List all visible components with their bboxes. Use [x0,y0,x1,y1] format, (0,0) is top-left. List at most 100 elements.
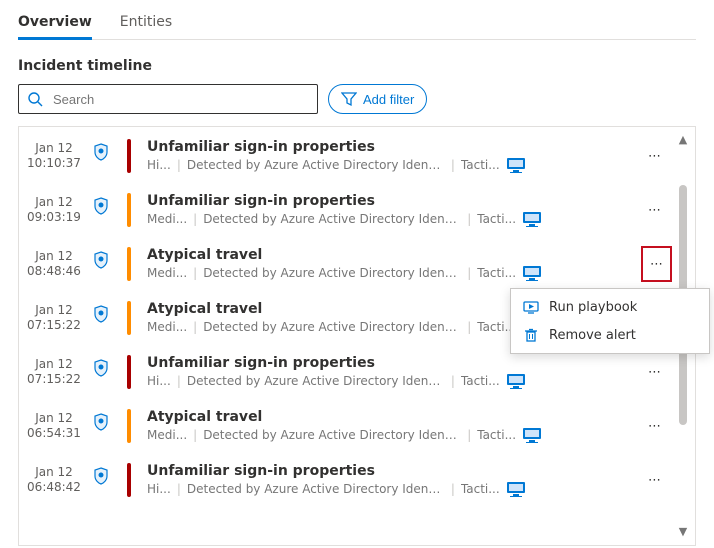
severity-label: Medi... [147,266,187,280]
severity-label: Medi... [147,212,187,226]
tab-entities[interactable]: Entities [120,8,172,39]
detected-by: Detected by Azure Active Directory Ident… [203,320,461,334]
monitor-icon [522,211,542,227]
monitor-icon [522,427,542,443]
detected-by: Detected by Azure Active Directory Ident… [203,212,461,226]
date: Jan 12 [25,141,83,156]
item-title: Atypical travel [147,409,628,425]
add-filter-label: Add filter [363,92,414,107]
menu-run-playbook[interactable]: Run playbook [511,293,709,321]
timeline-row[interactable]: Jan 1206:48:42 Unfamiliar sign-in propert… [21,453,671,507]
severity-bar [127,247,131,281]
date: Jan 12 [25,303,83,318]
shield-icon [93,143,109,161]
time: 07:15:22 [25,318,83,333]
search-icon [27,91,43,107]
detected-by: Detected by Azure Active Directory Ident… [203,266,461,280]
monitor-icon [522,265,542,281]
tactics-label: Tacti... [461,158,500,172]
time: 06:48:42 [25,480,83,495]
severity-label: Hi... [147,482,171,496]
timestamp: Jan 1209:03:19 [25,193,83,227]
timeline-row[interactable]: Jan 1209:03:19 Unfamiliar sign-in propert… [21,183,671,237]
severity-label: Hi... [147,374,171,388]
item-content: Atypical travel Medi...|Detected by Azure… [147,409,628,443]
timestamp: Jan 1206:54:31 [25,409,83,443]
item-content: Atypical travelMedi...|Detected by Azure… [147,247,632,281]
trash-icon [523,327,539,343]
menu-remove-alert-label: Remove alert [549,328,636,343]
timestamp: Jan 1206:48:42 [25,463,83,497]
item-content: Unfamiliar sign-in properties Hi...|Detec… [147,463,628,497]
shield-icon [93,413,109,431]
time: 08:48:46 [25,264,83,279]
item-meta: Hi...|Detected by Azure Active Directory… [147,157,628,173]
scroll-down-icon[interactable]: ▼ [679,525,687,539]
search-row: Add filter [18,84,696,114]
search-input[interactable] [51,91,309,108]
more-actions-button[interactable]: ⋯ [642,247,671,281]
detected-by: Detected by Azure Active Directory Ident… [187,374,445,388]
item-title: Unfamiliar sign-in properties [147,463,628,479]
context-menu: Run playbook Remove alert [510,288,710,354]
item-content: Unfamiliar sign-in properties Hi...|Detec… [147,139,628,173]
search-box[interactable] [18,84,318,114]
date: Jan 12 [25,411,83,426]
item-meta: Medi...|Detected by Azure Active Directo… [147,427,628,443]
more-actions-button[interactable]: ⋯ [638,409,671,443]
playbook-icon [523,299,539,315]
severity-bar [127,355,131,389]
timestamp: Jan 1207:15:22 [25,355,83,389]
menu-run-playbook-label: Run playbook [549,300,637,315]
monitor-icon [506,373,526,389]
scroll-up-icon[interactable]: ▲ [679,133,687,147]
shield-icon [93,197,109,215]
date: Jan 12 [25,195,83,210]
monitor-icon [506,481,526,497]
timestamp: Jan 1208:48:46 [25,247,83,281]
item-title: Unfamiliar sign-in properties [147,193,628,209]
item-title: Atypical travel [147,247,632,263]
alert-type-icon-col [93,463,111,497]
more-actions-button[interactable]: ⋯ [638,139,671,173]
tactics-label: Tacti... [477,428,516,442]
time: 06:54:31 [25,426,83,441]
item-content: Unfamiliar sign-in properties Medi...|Det… [147,193,628,227]
item-title: Unfamiliar sign-in properties [147,139,628,155]
item-meta: Hi...|Detected by Azure Active Directory… [147,373,628,389]
alert-type-icon-col [93,193,111,227]
tab-overview[interactable]: Overview [18,8,92,40]
severity-label: Hi... [147,158,171,172]
item-meta: Medi...|Detected by Azure Active Directo… [147,211,628,227]
alert-type-icon-col [93,355,111,389]
more-actions-button[interactable]: ⋯ [638,463,671,497]
time: 10:10:37 [25,156,83,171]
detected-by: Detected by Azure Active Directory Ident… [187,158,445,172]
severity-label: Medi... [147,428,187,442]
time: 07:15:22 [25,372,83,387]
menu-remove-alert[interactable]: Remove alert [511,321,709,349]
severity-bar [127,409,131,443]
tabbar: Overview Entities [18,8,696,40]
panel-title: Incident timeline [18,58,696,74]
item-meta: Hi...|Detected by Azure Active Directory… [147,481,628,497]
date: Jan 12 [25,465,83,480]
timeline-row[interactable]: Jan 1210:10:37 Unfamiliar sign-in propert… [21,129,671,183]
timestamp: Jan 1207:15:22 [25,301,83,335]
more-actions-button[interactable]: ⋯ [638,193,671,227]
tactics-label: Tacti... [477,266,516,280]
detected-by: Detected by Azure Active Directory Ident… [187,482,445,496]
tactics-label: Tacti... [461,482,500,496]
more-actions-button[interactable]: ⋯ [638,355,671,389]
time: 09:03:19 [25,210,83,225]
severity-bar [127,463,131,497]
shield-icon [93,305,109,323]
detected-by: Detected by Azure Active Directory Ident… [203,428,461,442]
date: Jan 12 [25,357,83,372]
timeline-row[interactable]: Jan 1208:48:46Atypical travelMedi...|Det… [21,237,671,291]
item-content: Unfamiliar sign-in propertiesHi...|Detec… [147,355,628,389]
monitor-icon [506,157,526,173]
severity-bar [127,193,131,227]
add-filter-button[interactable]: Add filter [328,84,427,114]
timeline-row[interactable]: Jan 1206:54:31 Atypical travel Medi...|Det… [21,399,671,453]
